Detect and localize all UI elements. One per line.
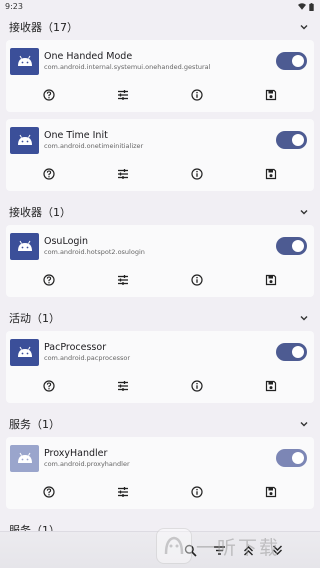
tune-icon[interactable] (117, 380, 130, 393)
help-icon[interactable] (43, 89, 56, 102)
tune-icon[interactable] (117, 168, 130, 181)
component-title: One Handed Mode (44, 50, 133, 62)
enable-toggle[interactable] (276, 343, 307, 361)
section-title: 接收器（17） (9, 20, 78, 34)
help-icon[interactable] (43, 486, 56, 499)
component-card: PacProcessor com.android.pacprocessor (6, 331, 314, 403)
section-header[interactable]: 活动（1） (0, 304, 320, 331)
save-icon[interactable] (265, 89, 278, 102)
tune-icon[interactable] (117, 274, 130, 287)
section-title: 服务（1） (9, 417, 60, 431)
info-icon[interactable] (191, 89, 204, 102)
section-header[interactable]: 服务（1） (0, 410, 320, 437)
android-icon (10, 338, 39, 366)
android-icon (10, 47, 39, 75)
section-header[interactable]: 接收器（1） (0, 198, 320, 225)
component-title: OsuLogin (44, 235, 89, 247)
android-icon (10, 444, 39, 472)
chevron-down-icon[interactable] (299, 22, 309, 32)
component-package: com.android.proxyhandler (44, 459, 130, 468)
enable-toggle[interactable] (276, 237, 307, 255)
battery-icon (309, 2, 314, 11)
help-icon[interactable] (43, 380, 56, 393)
watermark: 一听下载 (156, 526, 316, 566)
component-package: com.android.onetimeinitializer (44, 141, 144, 150)
info-icon[interactable] (191, 486, 204, 499)
help-icon[interactable] (43, 274, 56, 287)
save-icon[interactable] (265, 380, 278, 393)
chevron-down-icon[interactable] (299, 207, 309, 217)
save-icon[interactable] (265, 168, 278, 181)
tune-icon[interactable] (117, 486, 130, 499)
help-icon[interactable] (43, 168, 56, 181)
save-icon[interactable] (265, 274, 278, 287)
android-icon (10, 126, 39, 154)
watermark-text: 一听下载 (196, 536, 281, 559)
chevron-down-icon[interactable] (299, 313, 309, 323)
enable-toggle[interactable] (276, 52, 307, 70)
component-card: ProxyHandler com.android.proxyhandler (6, 437, 314, 509)
section-header[interactable]: 接收器（17） (0, 13, 320, 40)
section-title: 接收器（1） (9, 205, 71, 219)
android-icon (10, 232, 39, 260)
section-title: 活动（1） (9, 311, 60, 325)
component-title: One Time Init (44, 129, 108, 141)
component-package: com.android.pacprocessor (44, 353, 130, 362)
component-card: One Handed Mode com.android.internal.sys… (6, 40, 314, 112)
status-icons (298, 2, 314, 11)
info-icon[interactable] (191, 168, 204, 181)
save-icon[interactable] (265, 486, 278, 499)
component-list[interactable]: 接收器（17） One Handed Mode com.android.inte… (0, 13, 320, 568)
component-package: com.android.internal.systemui.onehanded.… (44, 62, 211, 71)
component-card: OsuLogin com.android.hotspot2.osulogin (6, 225, 314, 297)
component-package: com.android.hotspot2.osulogin (44, 247, 145, 256)
chevron-down-icon[interactable] (299, 419, 309, 429)
watermark-logo-icon (156, 528, 192, 564)
component-title: ProxyHandler (44, 447, 108, 459)
tune-icon[interactable] (117, 89, 130, 102)
info-icon[interactable] (191, 274, 204, 287)
wifi-icon (298, 3, 306, 10)
status-time: 9:23 (5, 2, 23, 11)
info-icon[interactable] (191, 380, 204, 393)
status-bar: 9:23 (0, 0, 320, 13)
enable-toggle[interactable] (276, 449, 307, 467)
component-card: One Time Init com.android.onetimeinitial… (6, 119, 314, 191)
enable-toggle[interactable] (276, 131, 307, 149)
component-title: PacProcessor (44, 341, 107, 353)
